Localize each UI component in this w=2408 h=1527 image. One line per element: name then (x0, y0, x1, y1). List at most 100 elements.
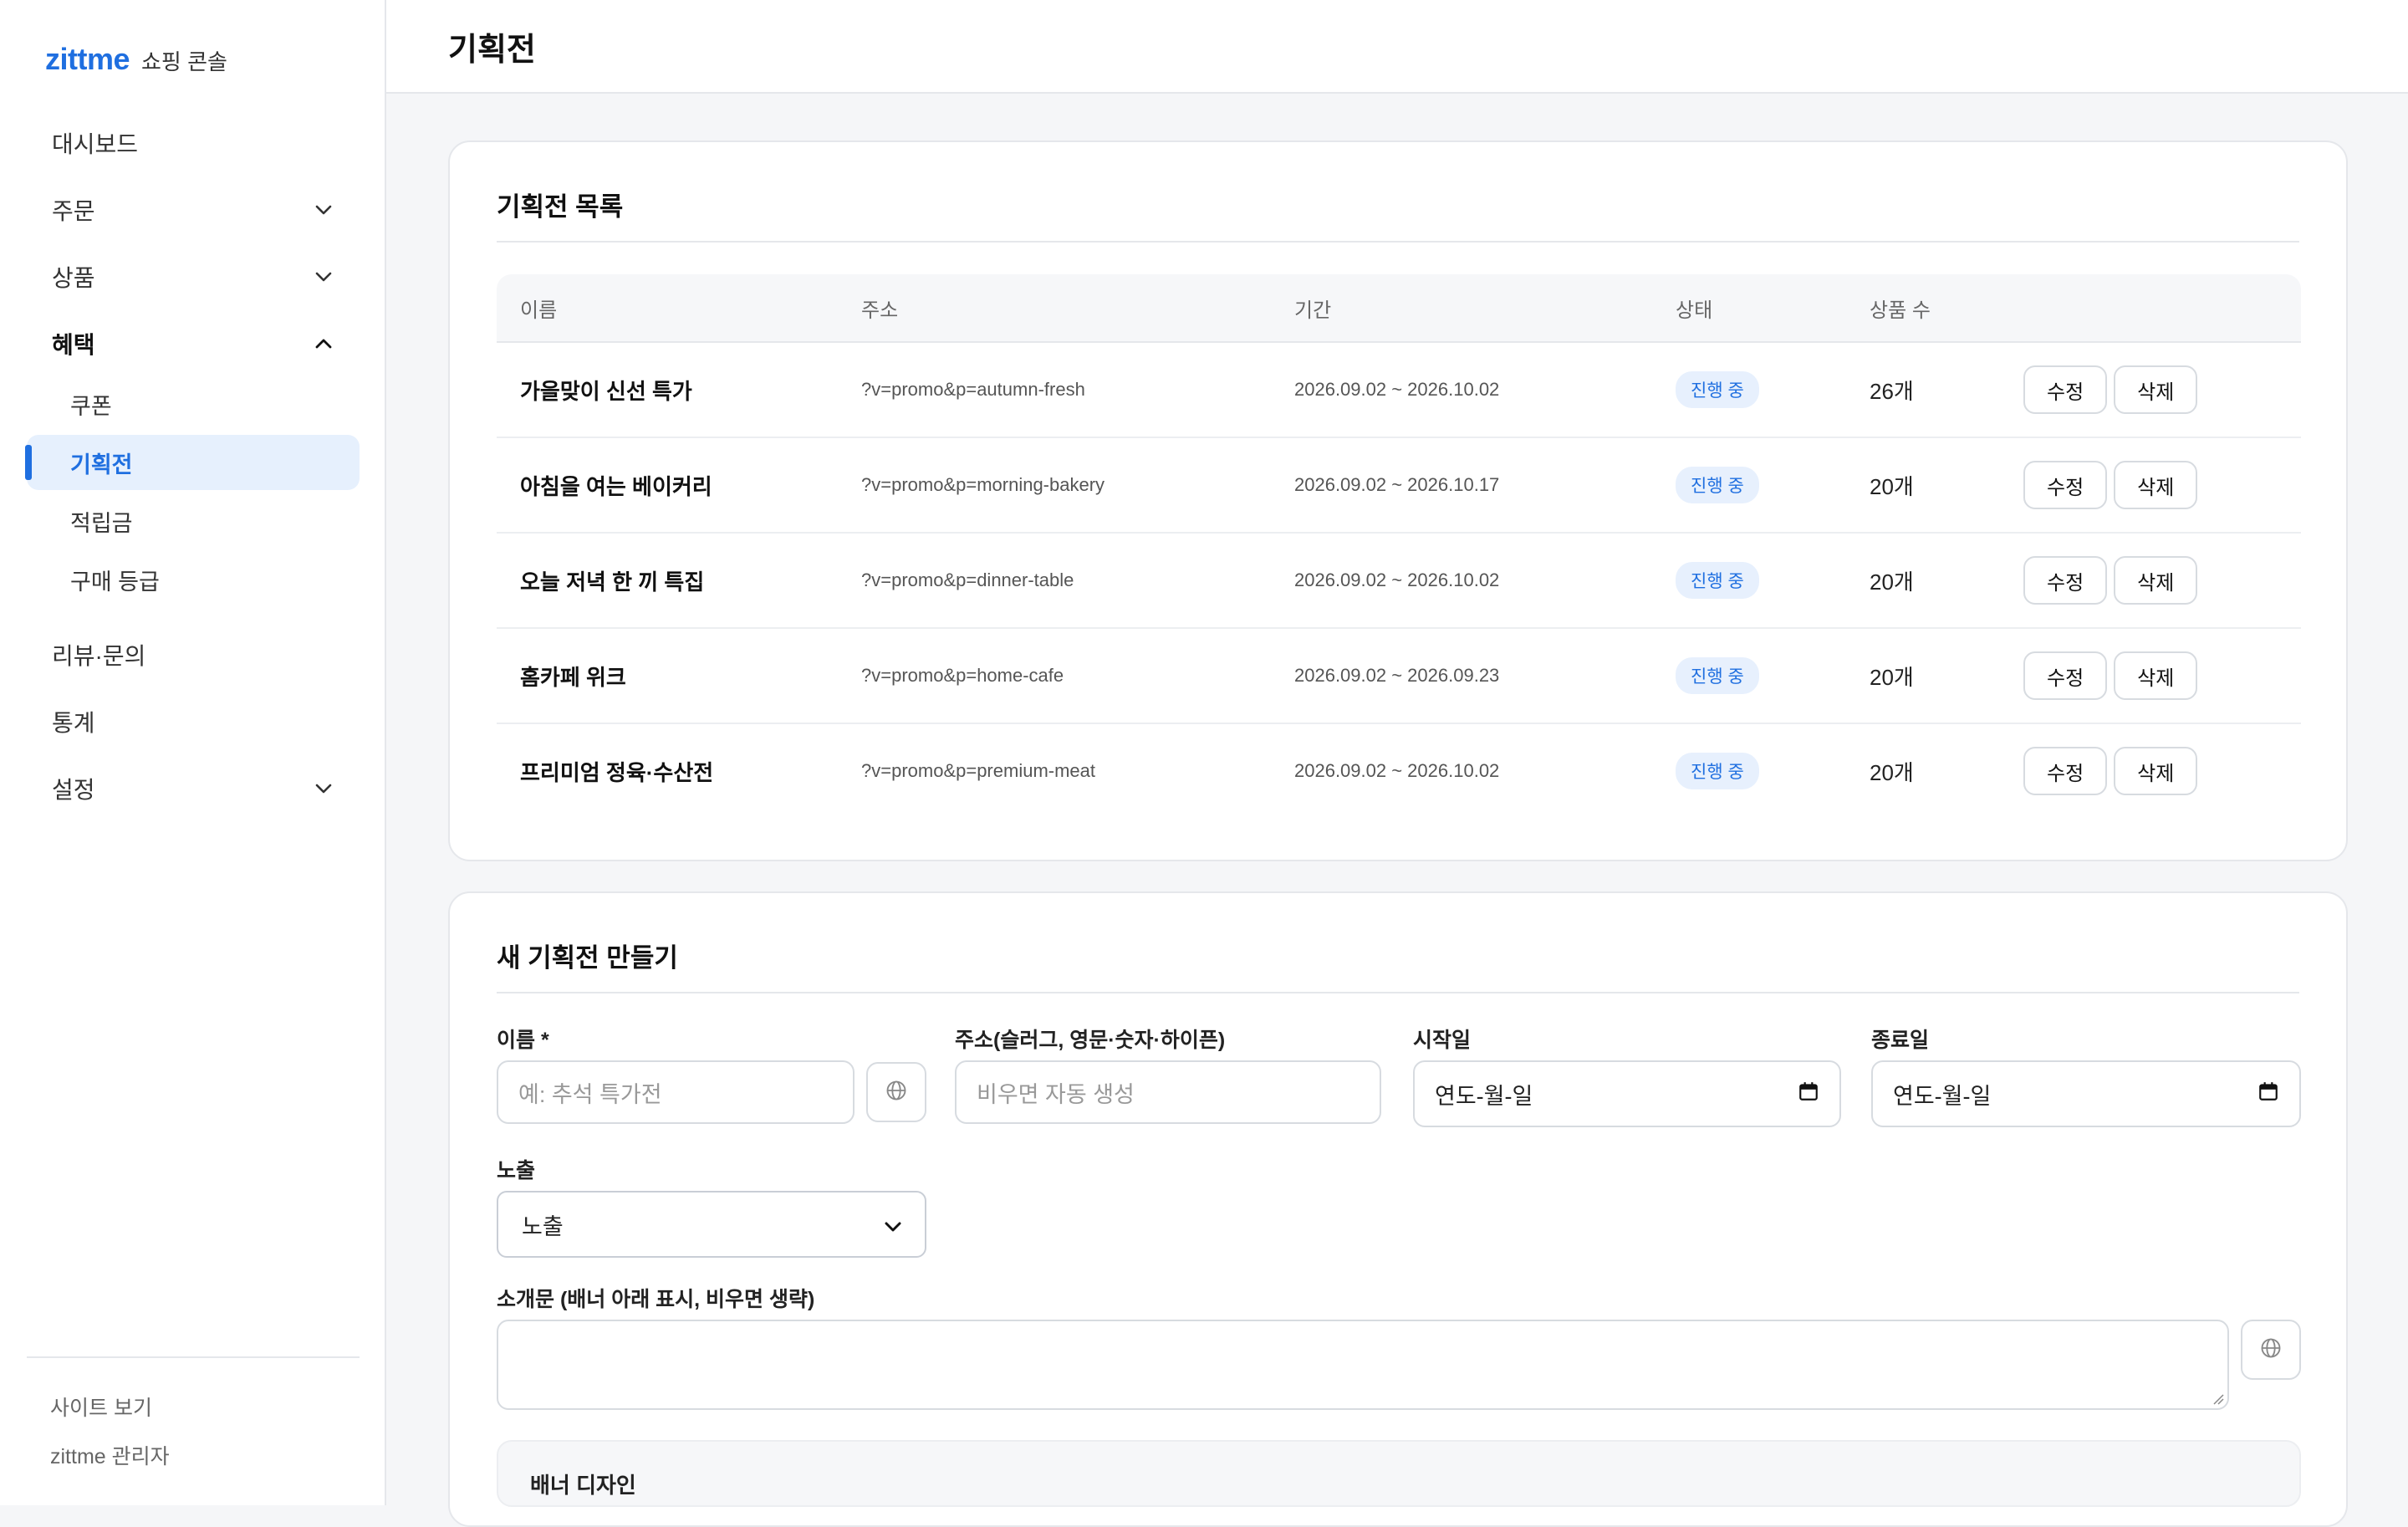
edit-button[interactable]: 수정 (2023, 365, 2108, 414)
product-count: 20개 (1870, 759, 1914, 785)
promotion-url: ?v=promo&p=premium-meat (861, 760, 1096, 781)
delete-button[interactable]: 삭제 (2114, 651, 2198, 700)
name-placeholder: 예: 추석 특가전 (518, 1081, 662, 1107)
sidebar-subitem-points[interactable]: 적립금 (27, 493, 360, 549)
globe-icon (885, 1079, 908, 1106)
active-indicator (25, 445, 32, 480)
status-cell: 진행 중 (1676, 343, 1759, 437)
row-actions: 수정 삭제 (2023, 438, 2198, 532)
slug-label: 주소(슬러그, 영문·숫자·하이픈) (955, 1029, 1226, 1052)
start-date-input[interactable]: 연도-월-일 (1413, 1060, 1841, 1127)
product-count: 20개 (1870, 473, 1914, 499)
delete-button[interactable]: 삭제 (2114, 556, 2198, 605)
card-divider (497, 992, 2299, 993)
banner-design-panel: 배너 디자인 (497, 1440, 2301, 1507)
promotion-period: 2026.09.02 ~ 2026.09.23 (1294, 665, 1500, 686)
sidebar-item-products[interactable]: 상품 (27, 249, 360, 304)
calendar-icon[interactable] (1798, 1080, 1819, 1108)
sidebar-item-orders[interactable]: 주문 (27, 182, 360, 237)
column-header-name: 이름 (520, 299, 558, 322)
sidebar-subitem-coupons[interactable]: 쿠폰 (27, 376, 360, 432)
promotion-list-card: 기획전 목록 이름 주소 기간 상태 상품 수 가을맞이 신선 특가 ?v=pr… (448, 140, 2348, 861)
delete-button[interactable]: 삭제 (2114, 461, 2198, 509)
table-row: 홈카페 위크 ?v=promo&p=home-cafe 2026.09.02 ~… (497, 629, 2301, 724)
globe-icon (2259, 1336, 2283, 1364)
edit-button[interactable]: 수정 (2023, 556, 2108, 605)
slug-placeholder: 비우면 자동 생성 (977, 1081, 1135, 1107)
card-divider (497, 241, 2299, 243)
brand[interactable]: zittme 쇼핑 콘솔 (45, 42, 227, 77)
sidebar-subitem-label: 적립금 (70, 510, 133, 536)
promotion-url: ?v=promo&p=morning-bakery (861, 474, 1105, 495)
brand-logo[interactable]: zittme (45, 42, 130, 77)
chevron-up-icon (313, 333, 334, 355)
sidebar-item-settings[interactable]: 설정 (27, 761, 360, 816)
promotion-name: 아침을 여는 베이커리 (520, 473, 712, 499)
promotion-table: 이름 주소 기간 상태 상품 수 가을맞이 신선 특가 ?v=promo&p=a… (497, 274, 2301, 818)
sidebar-item-label: 혜택 (52, 332, 95, 358)
sidebar-item-stats[interactable]: 통계 (27, 694, 360, 749)
resize-handle-icon[interactable] (2212, 1393, 2224, 1405)
row-actions: 수정 삭제 (2023, 629, 2198, 723)
visibility-select[interactable]: 노출 (497, 1191, 926, 1258)
status-cell: 진행 중 (1676, 724, 1759, 818)
end-date-input[interactable]: 연도-월-일 (1871, 1060, 2301, 1127)
sidebar-item-benefits[interactable]: 혜택 (27, 316, 360, 371)
product-count: 20개 (1870, 569, 1914, 595)
promotion-name: 오늘 저녁 한 끼 특집 (520, 569, 705, 595)
sidebar-item-dashboard[interactable]: 대시보드 (27, 115, 360, 171)
delete-button[interactable]: 삭제 (2114, 365, 2198, 414)
table-row: 아침을 여는 베이커리 ?v=promo&p=morning-bakery 20… (497, 438, 2301, 534)
calendar-icon[interactable] (2258, 1080, 2279, 1108)
status-badge: 진행 중 (1676, 562, 1759, 599)
product-count: 20개 (1870, 664, 1914, 690)
promotion-name: 가을맞이 신선 특가 (520, 378, 692, 404)
column-header-status: 상태 (1676, 299, 1713, 322)
card-title: 기획전 목록 (497, 192, 624, 222)
promotion-period: 2026.09.02 ~ 2026.10.17 (1294, 474, 1500, 495)
start-date-label: 시작일 (1413, 1029, 1472, 1052)
sidebar-subitem-promotions[interactable]: 기획전 (25, 435, 360, 490)
row-actions: 수정 삭제 (2023, 343, 2198, 437)
table-header: 이름 주소 기간 상태 상품 수 (497, 274, 2301, 343)
view-site-link[interactable]: 사이트 보기 (50, 1392, 152, 1422)
row-actions: 수정 삭제 (2023, 534, 2198, 627)
status-badge: 진행 중 (1676, 371, 1759, 408)
delete-button[interactable]: 삭제 (2114, 747, 2198, 795)
end-date-value: 연도-월-일 (1893, 1083, 1992, 1109)
page-title: 기획전 (448, 33, 536, 68)
promotion-url: ?v=promo&p=autumn-fresh (861, 379, 1085, 400)
start-date-value: 연도-월-일 (1435, 1083, 1533, 1109)
name-label: 이름 * (497, 1029, 549, 1052)
table-row: 오늘 저녁 한 끼 특집 ?v=promo&p=dinner-table 202… (497, 534, 2301, 629)
banner-design-title: 배너 디자인 (530, 1473, 636, 1498)
card-title: 새 기획전 만들기 (497, 943, 678, 973)
promotion-name: 프리미엄 정육·수산전 (520, 759, 714, 785)
intro-translate-button[interactable] (2241, 1320, 2301, 1380)
promotion-url: ?v=promo&p=dinner-table (861, 569, 1074, 590)
status-cell: 진행 중 (1676, 438, 1759, 532)
sidebar-item-label: 리뷰·문의 (52, 643, 146, 669)
intro-textarea[interactable] (497, 1320, 2229, 1410)
status-badge: 진행 중 (1676, 753, 1759, 789)
sidebar-subitem-label: 기획전 (70, 452, 133, 478)
sidebar-item-label: 상품 (52, 265, 95, 291)
column-header-period: 기간 (1294, 299, 1332, 322)
edit-button[interactable]: 수정 (2023, 461, 2108, 509)
status-badge: 진행 중 (1676, 657, 1759, 694)
column-header-count: 상품 수 (1870, 299, 1931, 322)
sidebar-subitem-member-grades[interactable]: 구매 등급 (27, 552, 360, 607)
status-badge: 진행 중 (1676, 467, 1759, 503)
edit-button[interactable]: 수정 (2023, 747, 2108, 795)
sidebar-subitem-label: 쿠폰 (70, 393, 112, 419)
table-row: 가을맞이 신선 특가 ?v=promo&p=autumn-fresh 2026.… (497, 343, 2301, 438)
chevron-down-icon (313, 199, 334, 221)
sidebar-item-reviews[interactable]: 리뷰·문의 (27, 627, 360, 682)
sidebar-item-label: 주문 (52, 198, 95, 224)
name-translate-button[interactable] (866, 1062, 926, 1122)
edit-button[interactable]: 수정 (2023, 651, 2108, 700)
promotion-period: 2026.09.02 ~ 2026.10.02 (1294, 379, 1500, 400)
chevron-down-icon (885, 1212, 901, 1238)
slug-input[interactable]: 비우면 자동 생성 (955, 1060, 1381, 1124)
name-input[interactable]: 예: 추석 특가전 (497, 1060, 855, 1124)
